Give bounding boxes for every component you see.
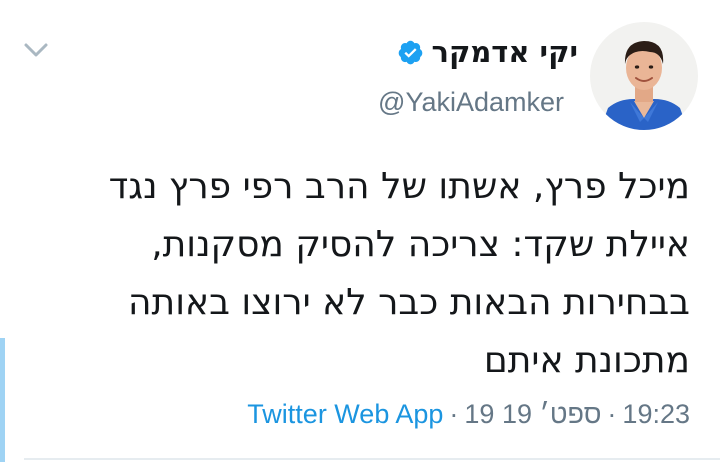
author-name-row[interactable]: יקי אדמקר [397,30,579,74]
meta-separator: · [449,398,459,429]
tweet-text-line: בבחירות הבאות כבר לא ירוצו באותה [128,282,690,323]
selection-accent-bar [0,338,5,462]
tweet-text-line: מיכל פרץ, אשתו של הרב רפי פרץ נגד [108,166,690,207]
author-display-name[interactable]: יקי אדמקר [432,30,579,74]
tweet-text-line: איילת שקד: צריכה להסיק מסקנות, [151,224,690,265]
tweet-time[interactable]: 19:23 [622,399,690,430]
tweet-text: מיכל פרץ, אשתו של הרב רפי פרץ נגד איילת … [20,158,690,390]
tweet-date[interactable]: 19 ספט׳ 19 [464,399,601,430]
author-handle[interactable]: @YakiAdamker [378,82,564,122]
divider [24,458,720,460]
avatar-image [590,22,698,130]
chevron-down-icon[interactable] [22,40,50,60]
tweet-text-line: מתכונת איתם [483,340,690,381]
tweet-meta-row: Twitter Web App · 19 ספט׳ 19 · 19:23 [247,392,690,436]
tweet-source-link[interactable]: Twitter Web App [247,399,443,430]
avatar[interactable] [590,22,698,130]
meta-separator: · [607,398,617,429]
verified-badge-icon [398,40,422,64]
